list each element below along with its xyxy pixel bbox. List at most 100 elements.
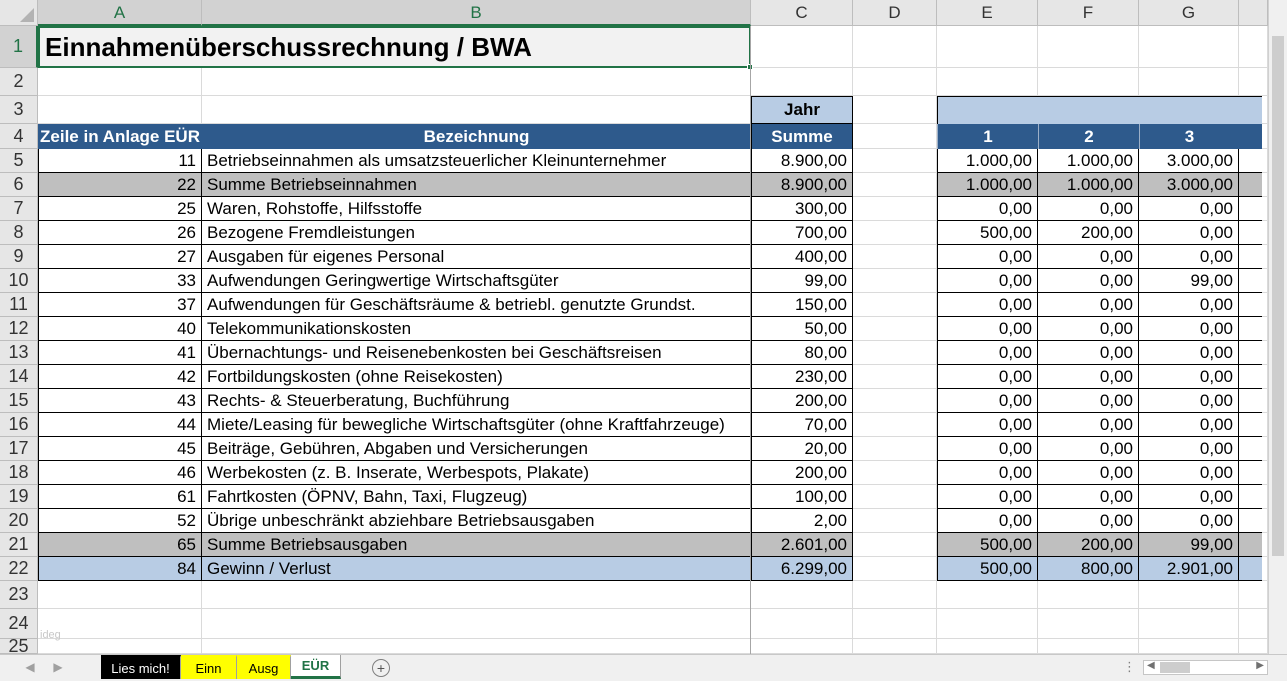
row-month-1[interactable]: 0,00 bbox=[937, 197, 1038, 221]
vertical-scrollbar[interactable] bbox=[1268, 0, 1287, 654]
column-header-d[interactable]: D bbox=[853, 0, 937, 26]
row-summe[interactable]: 99,00 bbox=[751, 269, 853, 293]
row-month-3[interactable]: 0,00 bbox=[1139, 389, 1239, 413]
row-summe[interactable]: 230,00 bbox=[751, 365, 853, 389]
row-month-3[interactable]: 0,00 bbox=[1139, 461, 1239, 485]
row-header-19[interactable]: 19 bbox=[0, 485, 38, 509]
row-summe[interactable]: 70,00 bbox=[751, 413, 853, 437]
scroll-thumb[interactable] bbox=[1272, 36, 1284, 556]
row-month-1[interactable]: 1.000,00 bbox=[937, 149, 1038, 173]
row-header-11[interactable]: 11 bbox=[0, 293, 38, 317]
row-summe[interactable]: 2,00 bbox=[751, 509, 853, 533]
row-header-2[interactable]: 2 bbox=[0, 68, 38, 96]
row-month-1[interactable]: 0,00 bbox=[937, 461, 1038, 485]
row-summe[interactable]: 2.601,00 bbox=[751, 533, 853, 557]
row-bezeichnung[interactable]: Waren, Rohstoffe, Hilfsstoffe bbox=[202, 197, 751, 221]
row-bezeichnung[interactable]: Gewinn / Verlust bbox=[202, 557, 751, 581]
row-summe[interactable]: 300,00 bbox=[751, 197, 853, 221]
row-month-1[interactable]: 0,00 bbox=[937, 509, 1038, 533]
row-month-1[interactable]: 0,00 bbox=[937, 293, 1038, 317]
column-header-a[interactable]: A bbox=[38, 0, 202, 26]
row-summe[interactable]: 20,00 bbox=[751, 437, 853, 461]
sheet-tab-eür[interactable]: EÜR bbox=[291, 655, 341, 679]
row-zeile[interactable]: 11 bbox=[38, 149, 202, 173]
row-bezeichnung[interactable]: Übrige unbeschränkt abziehbare Betriebsa… bbox=[202, 509, 751, 533]
more-options-icon[interactable]: ⋮ bbox=[1123, 659, 1136, 675]
row-bezeichnung[interactable]: Ausgaben für eigenes Personal bbox=[202, 245, 751, 269]
row-header-15[interactable]: 15 bbox=[0, 389, 38, 413]
row-month-2[interactable]: 0,00 bbox=[1038, 317, 1139, 341]
row-month-2[interactable]: 1.000,00 bbox=[1038, 173, 1139, 197]
column-header-c[interactable]: C bbox=[751, 0, 853, 26]
row-zeile[interactable]: 45 bbox=[38, 437, 202, 461]
row-zeile[interactable]: 61 bbox=[38, 485, 202, 509]
row-zeile[interactable]: 44 bbox=[38, 413, 202, 437]
row-header-23[interactable]: 23 bbox=[0, 581, 38, 609]
row-header-20[interactable]: 20 bbox=[0, 509, 38, 533]
scroll-left-icon[interactable]: ◀ bbox=[1147, 660, 1155, 671]
row-month-1[interactable]: 0,00 bbox=[937, 389, 1038, 413]
row-bezeichnung[interactable]: Beiträge, Gebühren, Abgaben und Versiche… bbox=[202, 437, 751, 461]
row-header-4[interactable]: 4 bbox=[0, 124, 38, 149]
row-summe[interactable]: 400,00 bbox=[751, 245, 853, 269]
add-sheet-icon[interactable]: + bbox=[372, 659, 390, 677]
row-month-1[interactable]: 0,00 bbox=[937, 269, 1038, 293]
row-bezeichnung[interactable]: Telekommunikationskosten bbox=[202, 317, 751, 341]
row-month-1[interactable]: 0,00 bbox=[937, 341, 1038, 365]
row-header-17[interactable]: 17 bbox=[0, 437, 38, 461]
row-month-3[interactable]: 0,00 bbox=[1139, 437, 1239, 461]
row-summe[interactable]: 200,00 bbox=[751, 461, 853, 485]
row-month-3[interactable]: 0,00 bbox=[1139, 245, 1239, 269]
row-zeile[interactable]: 52 bbox=[38, 509, 202, 533]
row-month-2[interactable]: 0,00 bbox=[1038, 485, 1139, 509]
row-month-3[interactable]: 3.000,00 bbox=[1139, 173, 1239, 197]
row-zeile[interactable]: 22 bbox=[38, 173, 202, 197]
row-month-2[interactable]: 0,00 bbox=[1038, 509, 1139, 533]
row-month-1[interactable]: 0,00 bbox=[937, 317, 1038, 341]
row-month-2[interactable]: 0,00 bbox=[1038, 461, 1139, 485]
row-month-2[interactable]: 800,00 bbox=[1038, 557, 1139, 581]
row-bezeichnung[interactable]: Aufwendungen Geringwertige Wirtschaftsgü… bbox=[202, 269, 751, 293]
row-header-1[interactable]: 1 bbox=[0, 26, 38, 68]
row-zeile[interactable]: 37 bbox=[38, 293, 202, 317]
row-header-14[interactable]: 14 bbox=[0, 365, 38, 389]
row-header-25[interactable]: 25 bbox=[0, 636, 38, 654]
row-header-16[interactable]: 16 bbox=[0, 413, 38, 437]
row-header-3[interactable]: 3 bbox=[0, 96, 38, 124]
row-header-6[interactable]: 6 bbox=[0, 173, 38, 197]
row-bezeichnung[interactable]: Summe Betriebsausgaben bbox=[202, 533, 751, 557]
row-month-2[interactable]: 0,00 bbox=[1038, 413, 1139, 437]
row-bezeichnung[interactable]: Aufwendungen für Geschäftsräume & betrie… bbox=[202, 293, 751, 317]
row-month-2[interactable]: 200,00 bbox=[1038, 533, 1139, 557]
row-month-3[interactable]: 0,00 bbox=[1139, 485, 1239, 509]
row-bezeichnung[interactable]: Rechts- & Steuerberatung, Buchführung bbox=[202, 389, 751, 413]
row-summe[interactable]: 200,00 bbox=[751, 389, 853, 413]
row-month-3[interactable]: 0,00 bbox=[1139, 317, 1239, 341]
row-month-3[interactable]: 0,00 bbox=[1139, 365, 1239, 389]
row-zeile[interactable]: 41 bbox=[38, 341, 202, 365]
row-month-2[interactable]: 0,00 bbox=[1038, 341, 1139, 365]
row-month-3[interactable]: 99,00 bbox=[1139, 533, 1239, 557]
row-header-24[interactable]: 24 bbox=[0, 609, 38, 639]
row-header-9[interactable]: 9 bbox=[0, 245, 38, 269]
row-bezeichnung[interactable]: Übernachtungs- und Reisenebenkosten bei … bbox=[202, 341, 751, 365]
row-bezeichnung[interactable]: Miete/Leasing für bewegliche Wirtschafts… bbox=[202, 413, 751, 437]
row-month-2[interactable]: 0,00 bbox=[1038, 437, 1139, 461]
row-month-1[interactable]: 500,00 bbox=[937, 533, 1038, 557]
row-month-2[interactable]: 0,00 bbox=[1038, 365, 1139, 389]
row-month-2[interactable]: 200,00 bbox=[1038, 221, 1139, 245]
row-month-3[interactable]: 0,00 bbox=[1139, 509, 1239, 533]
row-zeile[interactable]: 33 bbox=[38, 269, 202, 293]
row-month-1[interactable]: 0,00 bbox=[937, 365, 1038, 389]
row-bezeichnung[interactable]: Bezogene Fremdleistungen bbox=[202, 221, 751, 245]
row-zeile[interactable]: 46 bbox=[38, 461, 202, 485]
row-summe[interactable]: 700,00 bbox=[751, 221, 853, 245]
row-month-2[interactable]: 0,00 bbox=[1038, 293, 1139, 317]
row-month-1[interactable]: 0,00 bbox=[937, 485, 1038, 509]
row-bezeichnung[interactable]: Fortbildungskosten (ohne Reisekosten) bbox=[202, 365, 751, 389]
row-month-1[interactable]: 1.000,00 bbox=[937, 173, 1038, 197]
row-month-1[interactable]: 0,00 bbox=[937, 437, 1038, 461]
row-month-3[interactable]: 0,00 bbox=[1139, 197, 1239, 221]
column-header-f[interactable]: F bbox=[1038, 0, 1139, 26]
row-month-2[interactable]: 1.000,00 bbox=[1038, 149, 1139, 173]
